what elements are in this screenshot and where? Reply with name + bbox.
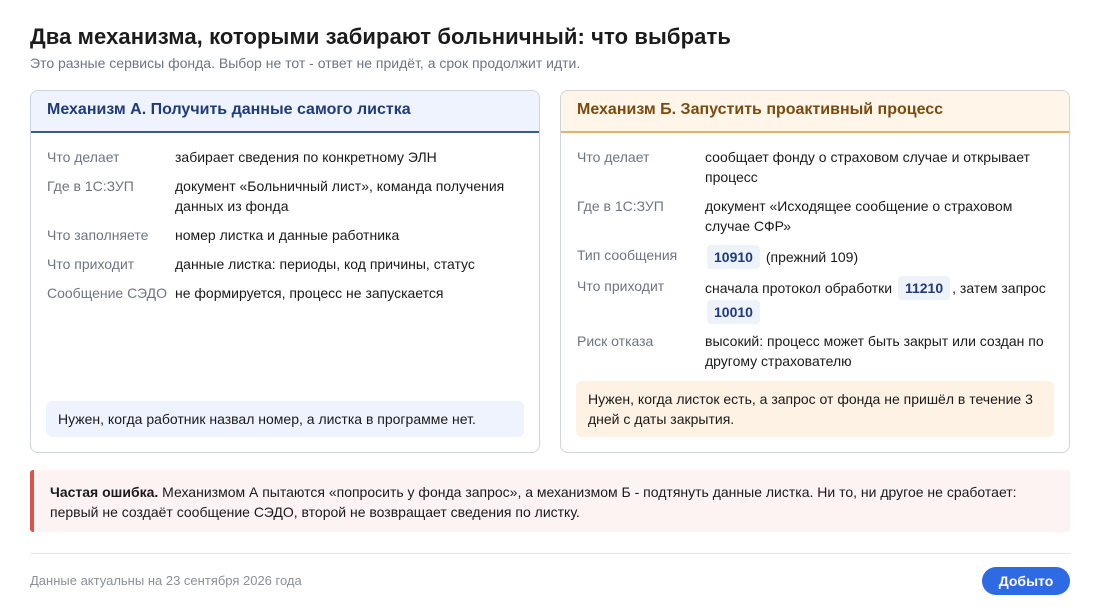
mechanism-b-title: Механизм Б. Запустить проактивный процес…: [561, 91, 1069, 133]
row-key: Где в 1С:ЗУП: [577, 198, 664, 214]
mechanism-a-row-result: Что приходит данные листка: периоды, код…: [47, 254, 523, 274]
result-mid: , затем запрос: [952, 280, 1046, 296]
row-key: Тип сообщения: [577, 247, 678, 263]
mechanism-b-row-result: Что приходит сначала протокол обработки …: [577, 276, 1053, 324]
page-subtitle: Это разные сервисы фонда. Выбор не тот -…: [30, 55, 581, 71]
row-key: Сообщение СЭДО: [47, 285, 167, 301]
row-value: номер листка и данные работника: [175, 227, 400, 243]
row-value: сообщает фонду о страховом случае и откр…: [705, 149, 1030, 185]
message-code-note: (прежний 109): [765, 249, 859, 265]
mechanism-a-row-where: Где в 1С:ЗУП документ «Больничный лист»,…: [47, 176, 523, 216]
mechanism-a-card: Механизм А. Получить данные самого листк…: [30, 90, 540, 453]
mechanism-a-row-fill: Что заполняете номер листка и данные раб…: [47, 225, 523, 245]
common-mistake-callout: Частая ошибка. Механизмом А пытаются «по…: [30, 470, 1070, 532]
mechanism-b-row-where: Где в 1С:ЗУП документ «Исходящее сообщен…: [577, 196, 1053, 236]
mechanism-b-note: Нужен, когда листок есть, а запрос от фо…: [576, 381, 1054, 437]
done-button[interactable]: Добыто: [982, 567, 1070, 595]
mechanism-a-row-what: Что делает забирает сведения по конкретн…: [47, 147, 523, 167]
page-title: Два механизма, которыми забирают больнич…: [30, 24, 731, 49]
common-mistake-text: Механизмом А пытаются «попросить у фонда…: [50, 484, 1017, 520]
request-code-chip: 10010: [707, 300, 760, 324]
row-key: Что делает: [577, 149, 650, 165]
common-mistake-label: Частая ошибка.: [50, 484, 159, 500]
row-value: высокий: процесс может быть закрыт или с…: [705, 333, 1044, 369]
mechanism-b-row-type: Тип сообщения 10910 (прежний 109): [577, 245, 1053, 269]
message-code-chip: 10910: [707, 245, 760, 269]
data-date-text: Данные актуальны на 23 сентября 2026 год…: [30, 573, 302, 588]
row-value: сначала протокол обработки 11210, затем …: [705, 276, 1053, 324]
row-key: Что приходит: [577, 278, 665, 294]
row-value: документ «Больничный лист», команда полу…: [175, 178, 505, 214]
protocol-code-chip: 11210: [897, 276, 951, 300]
result-prefix: сначала протокол обработки: [705, 280, 893, 296]
mechanism-a-title: Механизм А. Получить данные самого листк…: [31, 91, 539, 133]
mechanism-b-row-what: Что делает сообщает фонду о страховом сл…: [577, 147, 1053, 187]
row-key: Что приходит: [47, 256, 135, 272]
row-key: Что делает: [47, 149, 120, 165]
row-key: Что заполняете: [47, 227, 149, 243]
row-value: 10910 (прежний 109): [705, 245, 1053, 269]
mechanism-b-rows: Что делает сообщает фонду о страховом сл…: [561, 133, 1069, 371]
row-value: не формируется, процесс не запускается: [175, 285, 444, 301]
mechanism-a-note: Нужен, когда работник назвал номер, а ли…: [46, 401, 524, 437]
mechanism-b-row-risk: Риск отказа высокий: процесс может быть …: [577, 331, 1053, 371]
mechanism-a-rows: Что делает забирает сведения по конкретн…: [31, 133, 539, 303]
mechanism-a-row-sedo: Сообщение СЭДО не формируется, процесс н…: [47, 283, 523, 303]
row-key: Где в 1С:ЗУП: [47, 178, 134, 194]
row-value: документ «Исходящее сообщение о страхово…: [705, 198, 1013, 234]
footer-divider: [30, 553, 1070, 554]
mechanism-b-card: Механизм Б. Запустить проактивный процес…: [560, 90, 1070, 453]
row-key: Риск отказа: [577, 333, 654, 349]
row-value: данные листка: периоды, код причины, ста…: [175, 256, 475, 272]
row-value: забирает сведения по конкретному ЭЛН: [175, 149, 437, 165]
